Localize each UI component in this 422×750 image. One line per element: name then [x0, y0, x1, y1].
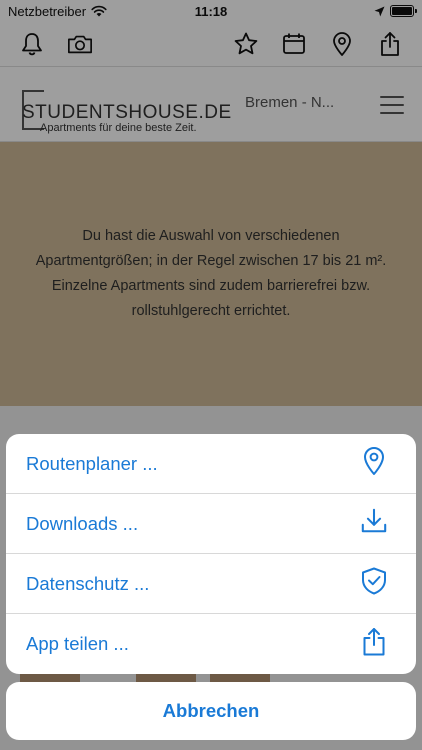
cancel-button[interactable]: Abbrechen — [6, 682, 416, 740]
action-label: Downloads ... — [26, 512, 139, 534]
download-icon — [360, 506, 388, 541]
action-datenschutz[interactable]: Datenschutz ... — [6, 554, 416, 614]
share-icon — [360, 627, 388, 662]
location-pin-icon — [360, 446, 388, 481]
action-label: Datenschutz ... — [26, 572, 150, 594]
action-label: App teilen ... — [26, 633, 129, 654]
action-label: Routenplaner ... — [26, 452, 158, 474]
shield-check-icon — [360, 566, 388, 601]
action-downloads[interactable]: Downloads ... — [6, 494, 416, 554]
action-routenplaner[interactable]: Routenplaner ... — [6, 434, 416, 494]
action-app-teilen[interactable]: App teilen ... — [6, 614, 416, 674]
action-sheet: Routenplaner ... Downloads ... Datenschu… — [6, 434, 416, 674]
